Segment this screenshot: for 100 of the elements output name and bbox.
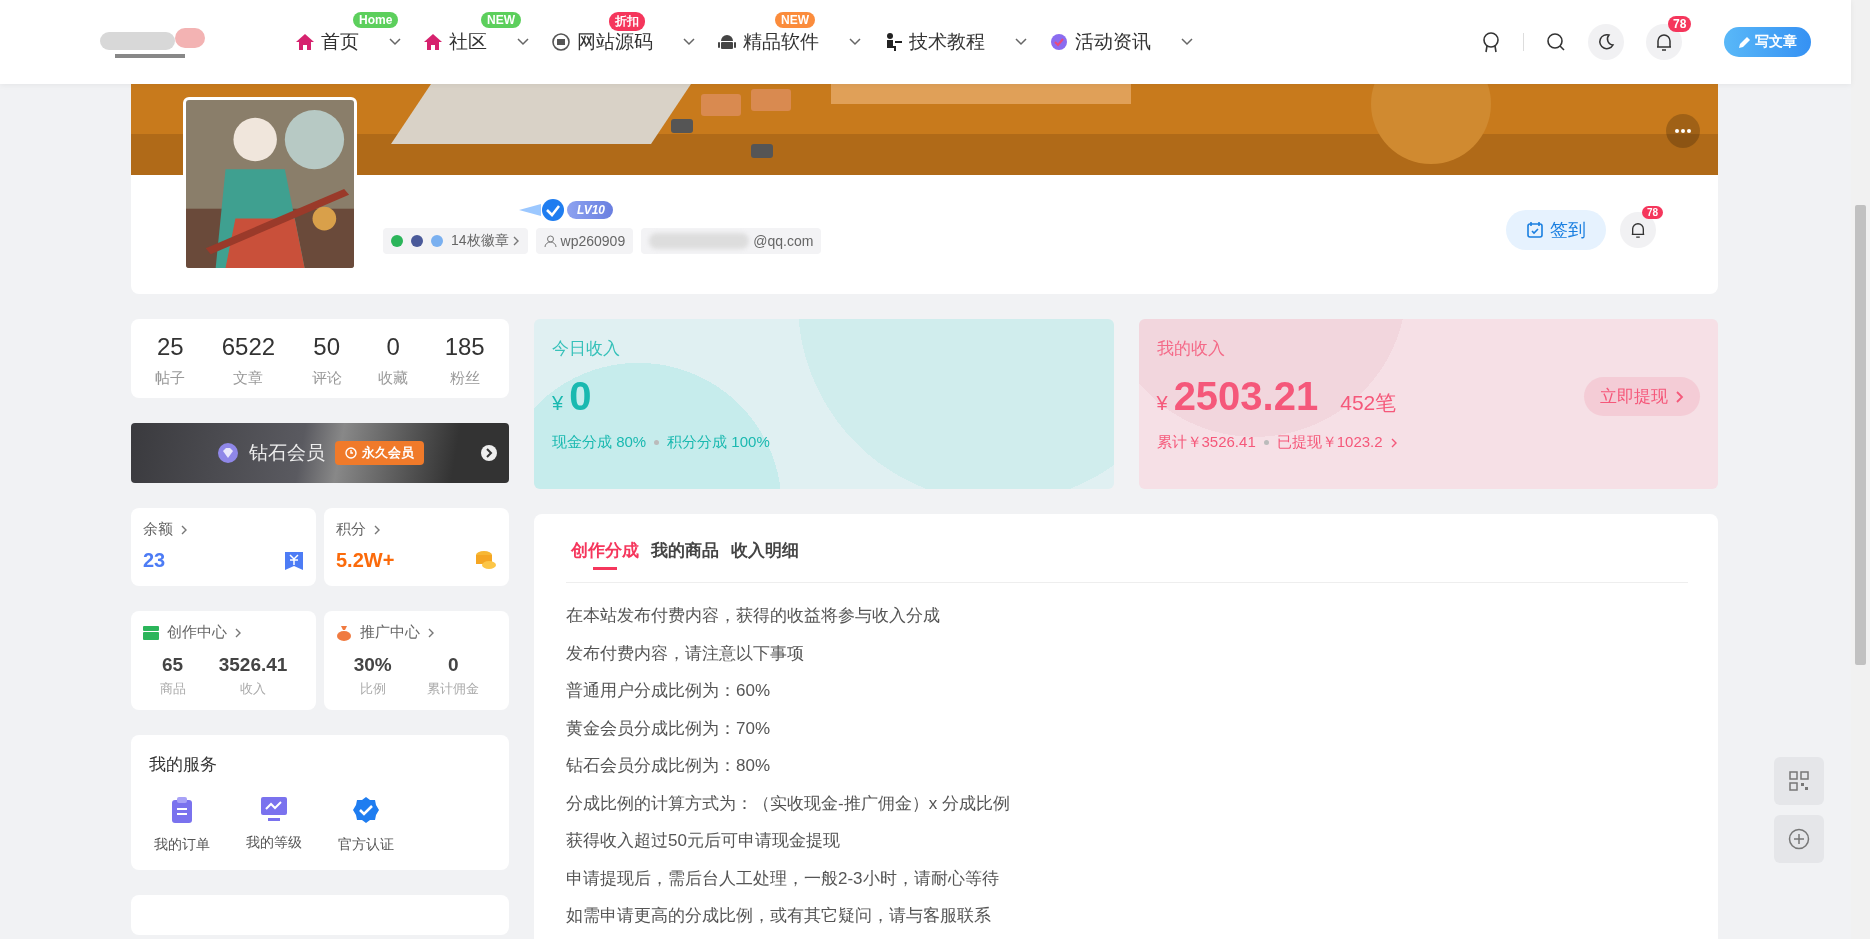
clipboard-icon <box>170 796 194 824</box>
vip-tag: 永久会员 <box>334 441 424 465</box>
stat-value: 0 <box>447 654 459 676</box>
stat-value: 50 <box>313 333 340 361</box>
bell-icon <box>1630 221 1646 239</box>
stat-label: 比例 <box>359 680 386 698</box>
chevron-right-icon <box>481 445 497 461</box>
tab[interactable]: 我的商品 <box>651 540 719 570</box>
home-icon <box>423 32 443 52</box>
chevron-right-icon <box>1390 437 1398 448</box>
center-card[interactable]: 创作中心 65 商品 3526.41 收入 <box>131 611 316 710</box>
chevron-down-icon <box>389 38 401 46</box>
clock-icon <box>344 447 357 459</box>
code-icon <box>551 32 571 52</box>
nav-menu-item[interactable]: 网站源码 <box>551 29 695 55</box>
money-bag-icon <box>336 624 352 641</box>
section-title: 我的服务 <box>149 755 217 774</box>
stat-value: 65 <box>162 654 184 676</box>
menu-badge: NEW <box>775 12 815 28</box>
plus-circle-icon <box>1788 828 1810 850</box>
stat-label: 文章 <box>233 369 264 388</box>
income-note: 累计￥3526.41 <box>1156 433 1256 452</box>
stat-value: 30% <box>353 654 392 676</box>
stat-value: 0 <box>386 333 400 361</box>
income-note: 积分分成 100% <box>667 433 770 452</box>
income-amount: 0 <box>569 374 592 419</box>
info-line: 钻石会员分成比例为：80% <box>566 755 772 777</box>
dark-mode-button[interactable] <box>1588 24 1624 60</box>
income-note: 现金分成 80% <box>552 433 647 452</box>
chevron-right-icon <box>1676 390 1684 403</box>
vip-banner[interactable]: 钻石会员 永久会员 <box>131 423 509 483</box>
chevron-down-icon <box>1015 38 1027 46</box>
service-item[interactable]: 我的等级 <box>241 796 307 854</box>
center-title: 推广中心 <box>360 623 420 642</box>
wallet-value: 5.2W+ <box>336 549 395 572</box>
chevron-right-icon <box>235 627 242 638</box>
username-tag: wp260909 <box>535 228 634 254</box>
chevron-right-icon <box>181 524 188 535</box>
wallet-card[interactable]: 积分 5.2W+ <box>324 508 509 586</box>
info-line: 如需申请更高的分成比例，或有其它疑问，请与客服联系 <box>566 905 992 927</box>
info-line: 发布付费内容，请注意以下事项 <box>566 642 805 665</box>
chevron-down-icon <box>683 38 695 46</box>
stat-label: 粉丝 <box>449 369 480 388</box>
nav-menu-item[interactable]: 首页 <box>295 29 401 55</box>
card-title: 我的收入 <box>1156 338 1226 360</box>
order-count: 452笔 <box>1340 390 1397 416</box>
info-line: 普通用户分成比例为：60% <box>566 680 772 702</box>
user-icon <box>543 234 557 248</box>
tab[interactable]: 收入明细 <box>731 540 799 570</box>
menu-badge: 折扣 <box>609 12 645 31</box>
chevron-down-icon <box>1181 38 1193 46</box>
notification-count: 78 <box>1642 206 1664 219</box>
nav-menu-item[interactable]: 活动资讯 <box>1049 29 1193 55</box>
monitor-chart-icon <box>260 796 288 822</box>
wallet-title: 余额 <box>143 520 173 539</box>
pencil-icon <box>1738 35 1751 49</box>
medal-icon[interactable] <box>1481 31 1501 53</box>
bell-icon <box>1655 32 1673 52</box>
stat-value: 6522 <box>221 333 276 361</box>
nav-menu-item[interactable]: 技术教程 <box>883 29 1027 55</box>
center-title: 创作中心 <box>167 623 227 642</box>
info-line: 在本站发布付费内容，获得的收益将参与收入分成 <box>566 605 941 627</box>
stat-label: 收藏 <box>378 369 409 388</box>
chevron-down-icon <box>517 38 529 46</box>
email-tag: @qq.com <box>641 228 822 254</box>
menu-badge: NEW <box>481 12 521 28</box>
android-icon <box>717 32 737 52</box>
wallet-value: 23 <box>143 549 166 572</box>
calendar-check-icon <box>1526 221 1544 239</box>
sign-in-button[interactable]: 签到 <box>1506 210 1606 250</box>
qr-code-icon <box>1789 771 1809 791</box>
stat-label: 收入 <box>240 680 267 698</box>
badge-check-icon <box>1049 32 1069 52</box>
home-icon <box>295 32 315 52</box>
currency-symbol: ¥ <box>1156 392 1168 415</box>
level-badge: LV10 <box>567 201 614 219</box>
stat-label: 累计佣金 <box>427 680 480 698</box>
card-title: 今日收入 <box>552 338 621 360</box>
badges-link[interactable]: 14枚徽章 <box>383 228 528 254</box>
chevron-right-icon <box>428 627 435 638</box>
verified-icon <box>352 796 380 824</box>
vip-title: 钻石会员 <box>248 441 325 465</box>
stat-label: 商品 <box>159 680 186 698</box>
service-item[interactable]: 官方认证 <box>333 796 399 854</box>
center-card[interactable]: 推广中心 30% 比例 0 累计佣金 <box>324 611 509 710</box>
wallet-card[interactable]: 余额 23 <box>131 508 316 586</box>
search-icon[interactable] <box>1546 32 1566 52</box>
yen-ticket-icon <box>284 549 304 572</box>
notification-count: 78 <box>1668 16 1692 32</box>
menu-badge: Home <box>353 12 399 28</box>
nav-menu-item[interactable]: 精品软件 <box>717 29 861 55</box>
chevron-right-icon <box>512 236 520 246</box>
add-button[interactable] <box>1774 815 1824 863</box>
service-item[interactable]: 我的订单 <box>149 796 215 854</box>
chevron-right-icon <box>374 524 381 535</box>
info-line: 申请提现后，需后台人工处理，一般2-3小时，请耐心等待 <box>566 867 1000 890</box>
income-amount: 2503.21 <box>1173 374 1319 419</box>
nav-menu-item[interactable]: 社区 <box>423 29 529 55</box>
currency-symbol: ¥ <box>552 392 564 415</box>
tab[interactable]: 创作分成 <box>571 540 639 570</box>
